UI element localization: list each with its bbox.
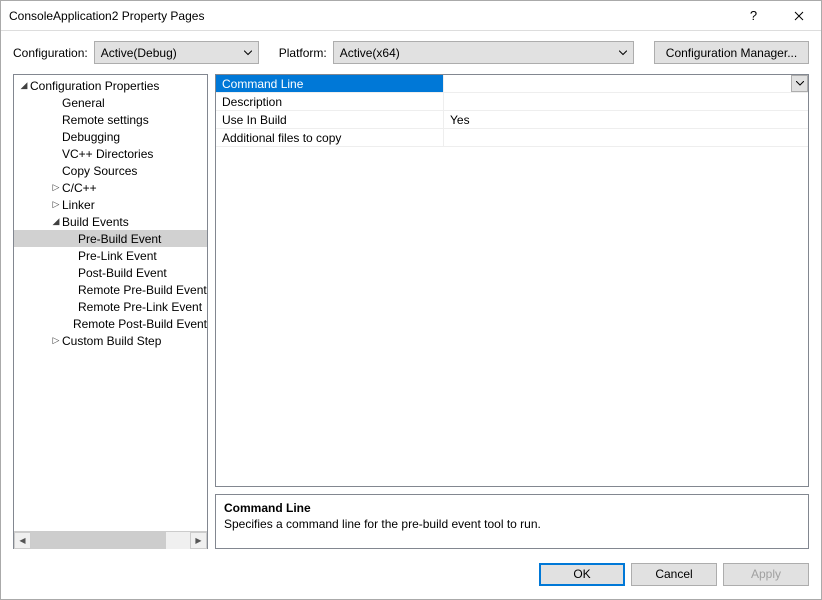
tree-item-label: General <box>62 96 105 110</box>
config-bar: Configuration: Active(Debug) Platform: A… <box>1 31 821 74</box>
tree-root[interactable]: ◢Configuration Properties <box>14 77 207 94</box>
tree-item[interactable]: Copy Sources <box>14 162 207 179</box>
tree-item-label: Linker <box>62 198 95 212</box>
tree-panel: ◢Configuration Properties General Remote s… <box>13 74 208 549</box>
tree-item[interactable]: VC++ Directories <box>14 145 207 162</box>
property-row[interactable]: Use In BuildYes <box>216 111 808 129</box>
configuration-manager-button[interactable]: Configuration Manager... <box>654 41 809 64</box>
property-label: Command Line <box>216 75 444 92</box>
tree-item[interactable]: Remote Pre-Link Event <box>14 298 207 315</box>
tree-item-label: Remote settings <box>62 113 149 127</box>
tree-item-label: VC++ Directories <box>62 147 153 161</box>
tree-item-label: Post-Build Event <box>78 266 167 280</box>
tree-item[interactable]: Remote settings <box>14 111 207 128</box>
tree-item-label: Remote Pre-Link Event <box>78 300 202 314</box>
chevron-down-icon <box>619 50 627 55</box>
tree-item-label: Remote Pre-Build Event <box>78 283 207 297</box>
help-button[interactable]: ? <box>731 1 776 30</box>
expand-icon: ▷ <box>50 335 62 346</box>
tree-item-label: Custom Build Step <box>62 334 161 348</box>
configuration-value: Active(Debug) <box>101 46 177 60</box>
property-row[interactable]: Command Line <box>216 75 808 93</box>
main-area: ◢Configuration Properties General Remote s… <box>1 74 821 557</box>
ok-button[interactable]: OK <box>539 563 625 586</box>
cancel-button[interactable]: Cancel <box>631 563 717 586</box>
tree-item[interactable]: Debugging <box>14 128 207 145</box>
tree-item[interactable]: ▷C/C++ <box>14 179 207 196</box>
description-text: Specifies a command line for the pre-bui… <box>224 517 800 531</box>
chevron-down-icon <box>244 50 252 55</box>
description-title: Command Line <box>224 501 800 515</box>
titlebar: ConsoleApplication2 Property Pages ? <box>1 1 821 31</box>
platform-label: Platform: <box>279 46 327 60</box>
tree-item[interactable]: Pre-Link Event <box>14 247 207 264</box>
scroll-track[interactable] <box>31 532 190 549</box>
collapse-icon: ◢ <box>18 80 30 91</box>
right-panel: Command LineDescriptionUse In BuildYesAd… <box>215 74 809 549</box>
tree-item[interactable]: ◢Build Events <box>14 213 207 230</box>
tree-item[interactable]: Pre-Build Event <box>14 230 207 247</box>
horizontal-scrollbar[interactable]: ◀ ▶ <box>14 531 207 548</box>
expand-icon: ◢ <box>50 216 62 227</box>
property-label: Use In Build <box>216 111 444 128</box>
apply-button[interactable]: Apply <box>723 563 809 586</box>
tree-item[interactable]: Remote Pre-Build Event <box>14 281 207 298</box>
scroll-left-button[interactable]: ◀ <box>14 532 31 549</box>
property-tree[interactable]: ◢Configuration Properties General Remote s… <box>14 75 207 531</box>
property-row[interactable]: Description <box>216 93 808 111</box>
property-value[interactable] <box>444 75 808 92</box>
window-title: ConsoleApplication2 Property Pages <box>9 9 731 23</box>
close-icon <box>794 11 804 21</box>
property-label: Description <box>216 93 444 110</box>
property-grid: Command LineDescriptionUse In BuildYesAd… <box>215 74 809 487</box>
tree-item-label: Pre-Build Event <box>78 232 161 246</box>
chevron-down-icon <box>796 81 804 86</box>
tree-item[interactable]: Post-Build Event <box>14 264 207 281</box>
tree-item-label: Build Events <box>62 215 129 229</box>
tree-item[interactable]: Remote Post-Build Event <box>14 315 207 332</box>
platform-combo[interactable]: Active(x64) <box>333 41 634 64</box>
property-dropdown-button[interactable] <box>791 75 808 92</box>
property-row[interactable]: Additional files to copy <box>216 129 808 147</box>
property-label: Additional files to copy <box>216 129 444 146</box>
platform-value: Active(x64) <box>340 46 400 60</box>
tree-item-label: C/C++ <box>62 181 97 195</box>
dialog-footer: OK Cancel Apply <box>1 557 821 599</box>
property-value[interactable] <box>444 93 808 110</box>
dialog-window: ConsoleApplication2 Property Pages ? Con… <box>0 0 822 600</box>
scroll-thumb[interactable] <box>31 532 166 549</box>
tree-item-label: Copy Sources <box>62 164 137 178</box>
tree-item-label: Remote Post-Build Event <box>73 317 207 331</box>
help-icon: ? <box>750 8 757 23</box>
tree-item[interactable]: General <box>14 94 207 111</box>
tree-item-label: Pre-Link Event <box>78 249 157 263</box>
configuration-combo[interactable]: Active(Debug) <box>94 41 259 64</box>
tree-item-label: Debugging <box>62 130 120 144</box>
expand-icon: ▷ <box>50 182 62 193</box>
configuration-label: Configuration: <box>13 46 88 60</box>
tree-item[interactable]: ▷Linker <box>14 196 207 213</box>
expand-icon: ▷ <box>50 199 62 210</box>
property-value[interactable]: Yes <box>444 111 808 128</box>
tree-item[interactable]: ▷Custom Build Step <box>14 332 207 349</box>
close-button[interactable] <box>776 1 821 30</box>
property-value[interactable] <box>444 129 808 146</box>
scroll-right-button[interactable]: ▶ <box>190 532 207 549</box>
description-panel: Command Line Specifies a command line fo… <box>215 494 809 549</box>
